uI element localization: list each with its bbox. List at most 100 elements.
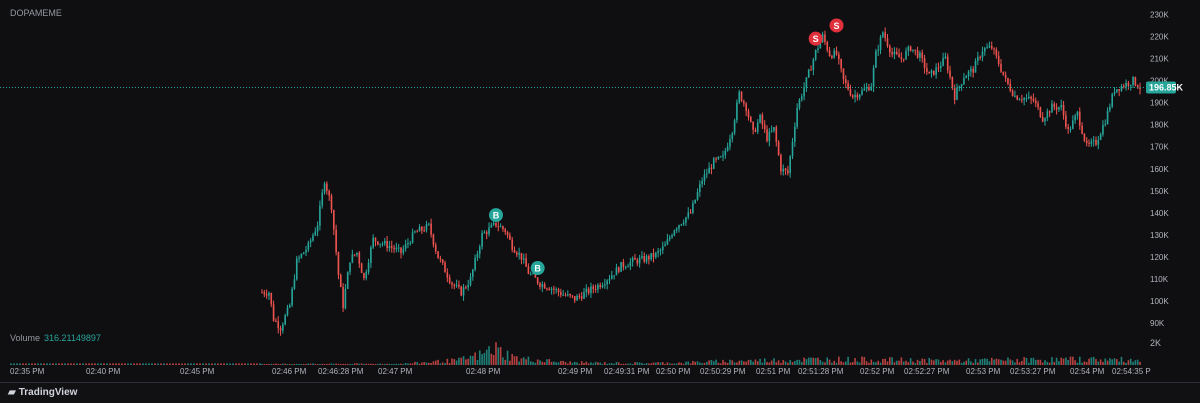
candle-body: [483, 232, 486, 234]
volume-bar: [1027, 362, 1030, 365]
candle-body: [613, 275, 615, 277]
candle-body: [1037, 103, 1039, 108]
candle-body: [833, 50, 836, 58]
x-axis[interactable]: 02:35 PM 02:40 PM 02:45 PM 02:46 PM 02:46:28…: [10, 367, 1151, 376]
x-tick-label: 02:53 PM: [966, 367, 1001, 376]
x-tick-label: 02:51:28 PM: [798, 367, 844, 376]
volume-bar: [736, 362, 738, 365]
candle-body: [1055, 107, 1058, 110]
chart-background: [0, 0, 1200, 402]
candle-body: [344, 288, 347, 309]
candle-body: [988, 45, 991, 48]
volume-bar: [546, 359, 548, 365]
candle-body: [349, 262, 351, 273]
volume-bar: [812, 357, 815, 365]
volume-bar: [346, 363, 349, 365]
volume-bar: [1069, 356, 1072, 365]
candle-body: [578, 295, 581, 297]
volume-bar: [241, 363, 243, 365]
volume-bar: [49, 363, 51, 365]
candle-body: [963, 78, 965, 85]
candle-body: [418, 227, 421, 232]
candle-body: [847, 83, 849, 90]
candle-body: [333, 210, 335, 230]
candle-body: [995, 49, 998, 56]
y-axis[interactable]: 230K220K210K200K190K180K170K160K150K140K…: [1150, 10, 1169, 328]
volume-bar: [685, 361, 687, 365]
volume-bar: [872, 361, 875, 365]
volume-bar: [877, 360, 880, 365]
volume-bar: [133, 363, 135, 365]
volume-bar: [979, 359, 981, 365]
candle-body: [675, 228, 678, 231]
volume-bar: [263, 364, 266, 365]
volume-bar: [696, 361, 699, 365]
volume-bar: [103, 363, 105, 365]
volume-bar: [1109, 358, 1111, 365]
candle-body: [1129, 84, 1132, 86]
candle-body: [1113, 92, 1116, 94]
volume-bar: [328, 363, 330, 365]
y-tick-label: 160K: [1150, 165, 1169, 174]
candle-body: [620, 261, 622, 272]
volume-bar: [288, 364, 291, 365]
volume-bar: [79, 363, 81, 365]
volume-bar: [76, 363, 78, 365]
volume-bar: [694, 361, 697, 365]
candle-body: [615, 267, 618, 276]
candle-body: [397, 247, 400, 249]
candle-body: [414, 231, 416, 233]
volume-bar: [136, 363, 138, 365]
tradingview-brand[interactable]: ▰ TradingView: [8, 387, 77, 398]
volume-bar: [770, 360, 773, 365]
volume-bar: [309, 363, 312, 365]
volume-bar: [465, 359, 467, 365]
volume-bar: [532, 361, 534, 365]
volume-bar: [807, 357, 810, 365]
volume-bar: [1092, 356, 1095, 365]
candle-body: [330, 195, 333, 211]
candle-body: [749, 116, 752, 122]
volume-bar: [819, 360, 822, 365]
volume-bar: [402, 364, 405, 365]
candle-body: [740, 91, 743, 102]
candle-body: [879, 36, 882, 50]
volume-bar: [838, 356, 840, 365]
volume-bar: [1078, 356, 1081, 365]
volume-bar: [650, 363, 653, 365]
volume-bar: [330, 363, 333, 365]
candle-body: [629, 261, 632, 267]
volume-bar: [842, 362, 845, 365]
volume-bar: [789, 359, 792, 365]
volume-bar: [64, 363, 66, 365]
price-chart[interactable]: 230K220K210K200K190K180K170K160K150K140K…: [0, 0, 1200, 402]
candle-body: [949, 70, 951, 77]
candle-body: [1102, 124, 1104, 135]
volume-bar: [506, 350, 509, 365]
x-tick-label: 02:49 PM: [558, 367, 593, 376]
candle-body: [631, 257, 634, 262]
volume-bar: [585, 361, 588, 365]
volume-bar: [629, 363, 632, 365]
volume-legend: Volume 316.21149897: [10, 333, 101, 343]
candle-body: [893, 51, 896, 55]
candle-body: [743, 101, 745, 104]
candle-body: [316, 225, 319, 232]
candle-body: [745, 103, 747, 111]
candle-body: [291, 288, 293, 306]
volume-bar: [154, 363, 156, 365]
volume-bar: [863, 356, 866, 365]
candle-body: [673, 230, 676, 236]
volume-bar: [509, 360, 511, 365]
volume-bar: [388, 363, 391, 365]
volume-bar: [705, 361, 708, 365]
volume-bar: [800, 362, 803, 365]
candle-body: [298, 257, 300, 259]
volume-bar: [851, 362, 854, 365]
volume-bar: [958, 359, 961, 365]
candle-body: [807, 69, 810, 78]
volume-bar: [339, 364, 342, 365]
volume-bar: [752, 361, 754, 365]
volume-bar: [536, 359, 539, 365]
candle-body: [643, 256, 646, 262]
